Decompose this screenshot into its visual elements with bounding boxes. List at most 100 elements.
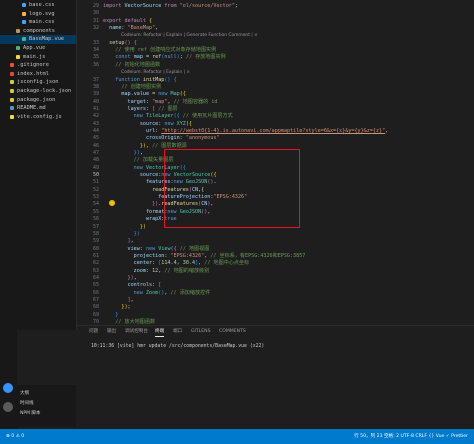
explorer-item[interactable]: components bbox=[0, 27, 76, 35]
code-token: , bbox=[130, 238, 134, 245]
code-line[interactable]: featureProjection:"EPSG:4326" bbox=[103, 194, 247, 201]
code-token: layers bbox=[127, 105, 146, 112]
git-icon bbox=[10, 63, 14, 68]
code-line[interactable]: controls: [ bbox=[103, 282, 162, 289]
explorer-item[interactable]: main.js bbox=[0, 53, 76, 61]
code-token: null bbox=[164, 54, 177, 61]
code-line[interactable]: url: "http://webst0{1-4}.is.autonavi.com… bbox=[103, 128, 388, 135]
explorer-item[interactable]: vite.config.js bbox=[0, 113, 76, 121]
code-line[interactable]: source: new XYZ({ bbox=[103, 121, 192, 128]
code-line[interactable]: map.value = new Map({ bbox=[103, 91, 186, 98]
line-number: 29 bbox=[92, 3, 99, 9]
code-token: view bbox=[127, 245, 140, 252]
code-line[interactable]: new VectorLayer({ bbox=[103, 165, 186, 172]
code-token: VectorLayer bbox=[145, 164, 180, 171]
code-line[interactable]: new TileLayer({ // 使用瓦片图层方式 bbox=[103, 113, 233, 120]
code-line[interactable]: // 加载矢量图层 bbox=[103, 157, 174, 164]
tab-gitlens[interactable]: GITLENS bbox=[191, 328, 211, 336]
code-token: new bbox=[173, 179, 186, 186]
codelens-actions[interactable]: Codeium: Refactor | Explain | Generate F… bbox=[121, 32, 258, 39]
timeline-section[interactable]: 时间线 bbox=[20, 400, 34, 407]
tab-output[interactable]: 输出 bbox=[107, 328, 116, 336]
tab-ports[interactable]: 端口 bbox=[173, 328, 182, 336]
outline-section[interactable]: 大纲 bbox=[20, 390, 29, 397]
explorer-item[interactable]: jsconfig.json bbox=[0, 78, 76, 86]
lightbulb-icon[interactable] bbox=[109, 200, 115, 206]
code-line[interactable]: source:new VectorSource({ bbox=[103, 172, 217, 179]
terminal-output[interactable]: 10:11:36 [vite] hmr update /src/componen… bbox=[91, 343, 264, 351]
problems-count[interactable]: ⊗ 0 ⚠ 0 bbox=[6, 429, 24, 444]
code-line[interactable]: const map = ref(null); // 存放地图实例 bbox=[103, 54, 225, 61]
explorer-item[interactable]: index.html bbox=[0, 70, 76, 78]
line-number: 69 bbox=[92, 311, 99, 318]
code-line[interactable]: name: "BaseMap", bbox=[103, 25, 158, 32]
explorer-item[interactable]: .gitignore bbox=[0, 61, 76, 69]
code-line[interactable]: // 初始化地图函数 bbox=[103, 62, 160, 69]
code-line[interactable]: import VectorSource from "ol/source/Vect… bbox=[103, 3, 238, 10]
code-line[interactable]: new Zoom(), // 添加缩放控件 bbox=[103, 289, 211, 297]
code-line[interactable]: center: [114.4, 30.4], // 地图中心点坐标 bbox=[103, 260, 249, 267]
explorer-item[interactable]: package-lock.json bbox=[0, 87, 76, 95]
explorer-item[interactable]: package.json bbox=[0, 96, 76, 104]
explorer-item[interactable]: logo.svg bbox=[0, 10, 76, 18]
code-line[interactable]: }), // 图层数据源 bbox=[103, 143, 187, 150]
code-line[interactable]: features:new GeoJSON(). bbox=[103, 179, 217, 186]
code-line[interactable]: wrapX:true bbox=[103, 216, 177, 223]
explorer-item[interactable]: BaseMap.vue bbox=[0, 35, 76, 44]
code-line[interactable]: // 创建地图实例 bbox=[103, 84, 161, 91]
code-token: , bbox=[139, 150, 143, 156]
code-line[interactable]: ], bbox=[103, 297, 134, 304]
explorer-item[interactable]: base.css bbox=[0, 1, 76, 9]
code-line[interactable]: readFeatures(CN,{ bbox=[103, 187, 204, 194]
account-icon[interactable] bbox=[3, 383, 13, 393]
code-token: ,{ bbox=[198, 186, 205, 193]
line-number: 56 bbox=[92, 216, 99, 223]
code-line[interactable]: target: "map", // 地图容器的 id bbox=[103, 99, 218, 106]
line-number: 66 bbox=[92, 289, 99, 296]
explorer-item-label: README.md bbox=[17, 105, 46, 112]
code-token: // 地图中心点坐标 bbox=[204, 260, 250, 267]
code-line[interactable]: function initMap() { bbox=[103, 77, 176, 84]
npm-scripts-section[interactable]: NPM 脚本 bbox=[20, 410, 40, 417]
line-number: 38 bbox=[92, 83, 99, 90]
code-line[interactable]: ], bbox=[103, 238, 134, 245]
settings-gear-icon[interactable] bbox=[3, 402, 13, 412]
code-line[interactable]: }) bbox=[103, 224, 146, 231]
code-token: ({ bbox=[179, 91, 186, 98]
tab-debug-console[interactable]: 调试控制台 bbox=[125, 328, 148, 336]
code-token: center bbox=[133, 260, 153, 267]
line-number: 42 bbox=[92, 113, 99, 120]
code-line[interactable]: } bbox=[103, 312, 118, 319]
code-line[interactable]: zoom: 12, // 地图的缩放级别 bbox=[103, 268, 210, 275]
code-line[interactable]: }), bbox=[103, 275, 137, 282]
code-editor[interactable]: 29 import VectorSource from "ol/source/Ve… bbox=[77, 0, 474, 325]
code-line[interactable]: format:new GeoJSON(), bbox=[103, 209, 210, 216]
tab-comments[interactable]: COMMENTS bbox=[219, 328, 246, 336]
line-number: 32 bbox=[92, 25, 99, 32]
code-line[interactable]: crossOrigin: "anonymous" bbox=[103, 135, 220, 142]
explorer-item[interactable]: App.vue bbox=[0, 44, 76, 52]
tab-terminal[interactable]: 终端 bbox=[155, 328, 165, 337]
code-token: // 地图视图 bbox=[179, 245, 210, 252]
code-token: { bbox=[149, 17, 153, 24]
code-token: "EPSG:4326" bbox=[170, 252, 205, 259]
code-line[interactable]: export default { bbox=[103, 18, 152, 25]
codelens-actions[interactable]: Codeium: Refactor | Explain | × bbox=[121, 69, 190, 76]
editor-status-info[interactable]: 行 50，列 23 空格: 2 UTF-8 CRLF {} Vue ✓ Pret… bbox=[354, 429, 468, 444]
code-line[interactable]: }); bbox=[103, 304, 130, 311]
explorer-item-label: index.html bbox=[17, 70, 49, 77]
code-line[interactable]: }) bbox=[103, 231, 140, 238]
explorer-item[interactable]: README.md bbox=[0, 104, 76, 112]
code-line[interactable]: }).readFeatures(CN), bbox=[103, 201, 213, 208]
code-line[interactable]: view: new View({ // 地图视图 bbox=[103, 245, 210, 253]
explorer-item[interactable]: main.css bbox=[0, 18, 76, 26]
code-token: new bbox=[133, 289, 146, 296]
tab-problems[interactable]: 问题 bbox=[89, 328, 98, 336]
code-token: "EPSG:4326" bbox=[213, 194, 248, 201]
